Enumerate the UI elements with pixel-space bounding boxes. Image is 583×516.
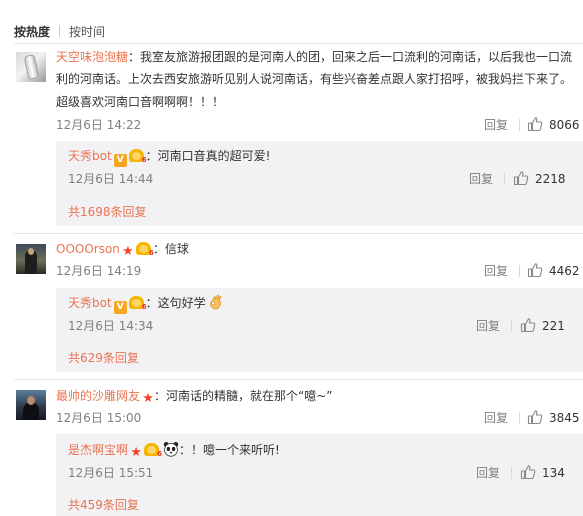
reply-text: 是杰啊宝啊 ★ 6 ：！噫一个来听听! xyxy=(68,442,280,460)
comment-username[interactable]: OOOOrson xyxy=(56,242,120,256)
avatar[interactable] xyxy=(16,244,46,274)
reply-text: 天秀bot V 6 ：河南口音真的超可爱! xyxy=(68,148,271,167)
like-count: 221 xyxy=(542,319,565,333)
star-badge-icon: ★ xyxy=(130,445,142,460)
fan-badge-icon: 6 xyxy=(128,295,147,311)
thumbs-up-icon[interactable] xyxy=(527,409,543,425)
avatar[interactable] xyxy=(16,52,46,82)
view-all-replies-link[interactable]: 共1698条回复 xyxy=(68,204,147,220)
fan-badge-icon: 6 xyxy=(135,241,154,257)
like-count: 4462 xyxy=(549,264,580,278)
fan-badge-icon: 6 xyxy=(128,148,147,164)
comment-text: 最帅的沙雕网友 ★：河南话的精髓，就在那个“噫~” xyxy=(56,389,333,406)
comment-timestamp: 12月6日 14:22 xyxy=(56,118,142,132)
thumbs-up-icon[interactable] xyxy=(527,116,543,132)
divider xyxy=(14,379,583,380)
view-all-replies-link[interactable]: 共629条回复 xyxy=(68,350,139,366)
action-divider xyxy=(504,173,505,185)
avatar[interactable] xyxy=(16,390,46,420)
reply-button[interactable]: 回复 xyxy=(469,171,493,187)
comment-username[interactable]: 最帅的沙雕网友 xyxy=(56,389,140,403)
sort-by-hot-tab[interactable]: 按热度 xyxy=(14,23,50,40)
reply-button[interactable]: 回复 xyxy=(484,263,508,279)
action-divider xyxy=(519,412,520,424)
ok-hand-emoji-icon xyxy=(209,294,222,310)
verified-badge-icon: V xyxy=(113,301,127,314)
thumbs-up-icon[interactable] xyxy=(513,170,529,186)
like-count: 134 xyxy=(542,466,565,480)
comment-text-continued: 利的河南话。上次去西安旅游听见别人说河南话，有些兴奋差点跟人家打招呼，被我妈拦下… xyxy=(56,72,573,86)
divider xyxy=(14,233,583,234)
reply-timestamp: 12月6日 15:51 xyxy=(68,466,154,480)
reply-button[interactable]: 回复 xyxy=(476,318,500,334)
reply-text: 天秀bot V 6 ：这句好学 xyxy=(68,292,224,314)
comment-text: OOOOrson ★ 6 ：信球 xyxy=(56,241,189,259)
reply-timestamp: 12月6日 14:44 xyxy=(68,172,154,186)
reply-button[interactable]: 回复 xyxy=(484,410,508,426)
divider xyxy=(14,43,583,44)
action-divider xyxy=(519,265,520,277)
comment-timestamp: 12月6日 15:00 xyxy=(56,411,142,425)
thumbs-up-icon[interactable] xyxy=(527,262,543,278)
thumbs-up-icon[interactable] xyxy=(520,317,536,333)
star-badge-icon: ★ xyxy=(122,244,134,259)
reply-button[interactable]: 回复 xyxy=(484,117,508,133)
reply-button[interactable]: 回复 xyxy=(476,465,500,481)
action-divider xyxy=(511,467,512,479)
verified-badge-icon: V xyxy=(113,154,127,167)
comment-text: 天空味泡泡糖：我室友旅游报团跟的是河南人的团，回来之后一口流利的河南话，以后我也… xyxy=(56,50,573,64)
comment-timestamp: 12月6日 14:19 xyxy=(56,264,142,278)
reply-username[interactable]: 是杰啊宝啊 xyxy=(68,443,128,457)
reply-timestamp: 12月6日 14:34 xyxy=(68,319,154,333)
like-count: 2218 xyxy=(535,172,566,186)
star-badge-icon: ★ xyxy=(142,391,154,406)
panda-emoji-icon xyxy=(163,442,179,457)
like-count: 8066 xyxy=(549,118,580,132)
thumbs-up-icon[interactable] xyxy=(520,464,536,480)
sort-bar: 按热度 按时间 xyxy=(14,22,105,40)
comment-username[interactable]: 天空味泡泡糖 xyxy=(56,50,128,64)
fan-badge-icon: 6 xyxy=(144,442,162,458)
comment-text-continued: 超级喜欢河南口音啊啊啊！！！ xyxy=(56,95,225,109)
sort-divider xyxy=(59,25,61,37)
like-count: 3845 xyxy=(549,411,580,425)
view-all-replies-link[interactable]: 共459条回复 xyxy=(68,497,139,513)
action-divider xyxy=(519,119,520,131)
action-divider xyxy=(511,320,512,332)
sort-by-time-tab[interactable]: 按时间 xyxy=(69,23,105,40)
reply-username[interactable]: 天秀bot xyxy=(68,296,112,310)
reply-username[interactable]: 天秀bot xyxy=(68,149,112,163)
